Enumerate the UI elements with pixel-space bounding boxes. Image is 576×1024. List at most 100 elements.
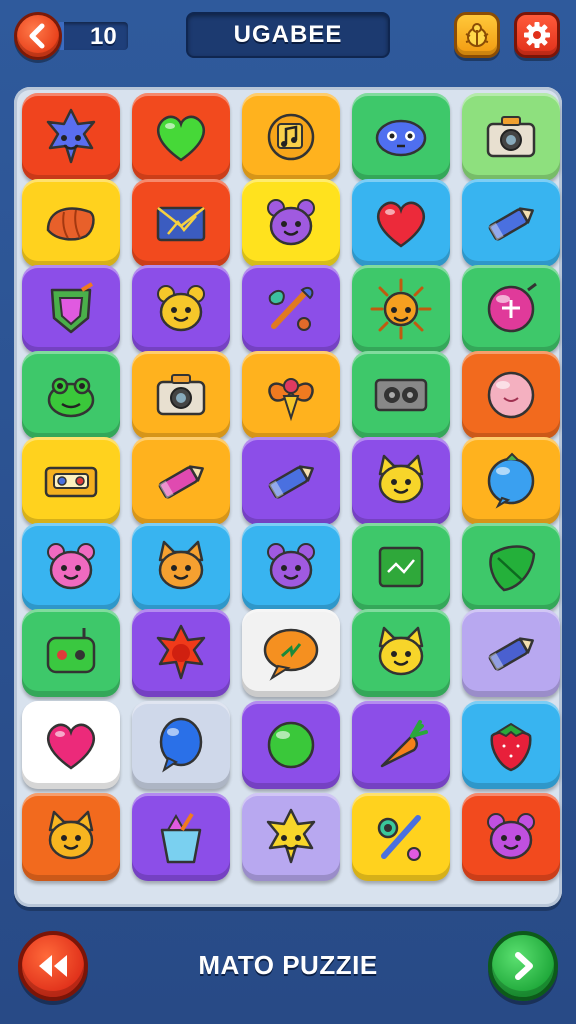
puzzle-tile[interactable]: [132, 609, 230, 697]
moves-counter: 10: [56, 22, 128, 50]
back-button[interactable]: [14, 12, 62, 60]
puzzle-tile[interactable]: [132, 179, 230, 267]
puzzle-tile[interactable]: [132, 793, 230, 881]
pink-monster-icon: [487, 813, 535, 860]
yellow-cat-icon: [378, 454, 424, 504]
star-face-icon: [46, 108, 96, 164]
level-title: UGABEE: [233, 21, 343, 48]
blue-pencil-icon: [488, 637, 534, 671]
moves-count: 10: [90, 23, 117, 50]
level-title-banner: UGABEE: [186, 12, 390, 58]
blue-bubble-icon: [487, 452, 535, 509]
orange-bubble-icon: [263, 628, 319, 681]
puzzle-tile[interactable]: [462, 523, 560, 611]
orange-fox-icon: [158, 540, 204, 590]
pink-ball-icon: [487, 371, 535, 419]
envelope-icon: [156, 206, 206, 242]
gear-icon: [524, 22, 550, 48]
tools-icon: [377, 815, 421, 861]
puzzle-tile[interactable]: [242, 609, 340, 697]
puzzle-tile[interactable]: [462, 265, 560, 353]
puzzle-board: [14, 87, 562, 907]
puzzle-tile[interactable]: [132, 93, 230, 181]
chevron-left-icon: [29, 23, 45, 49]
puzzle-tile[interactable]: [242, 793, 340, 881]
puzzle-tile[interactable]: [462, 437, 560, 525]
puzzle-tile[interactable]: [22, 609, 120, 697]
blue-balloon-icon: [159, 717, 203, 773]
puzzle-tile[interactable]: [352, 265, 450, 353]
puzzle-tile[interactable]: [352, 437, 450, 525]
camera-icon: [486, 116, 536, 158]
puzzle-tile[interactable]: [22, 701, 120, 789]
green-orb-icon: [267, 721, 315, 769]
puzzle-tile[interactable]: [22, 523, 120, 611]
cassette-icon: [44, 466, 98, 498]
puzzle-tile[interactable]: [242, 701, 340, 789]
puzzle-tile[interactable]: [462, 793, 560, 881]
puzzle-tile[interactable]: [242, 265, 340, 353]
puzzle-tile[interactable]: [242, 179, 340, 267]
puzzle-tile[interactable]: [22, 793, 120, 881]
puzzle-tile[interactable]: [352, 701, 450, 789]
puzzle-tile[interactable]: [22, 437, 120, 525]
green-robot-icon: [46, 628, 96, 674]
puzzle-tile[interactable]: [22, 351, 120, 439]
puzzle-tile[interactable]: [352, 609, 450, 697]
blue-crayon-icon: [488, 207, 534, 241]
puzzle-tile[interactable]: [22, 265, 120, 353]
puzzle-tile[interactable]: [132, 523, 230, 611]
puzzle-tile[interactable]: [352, 93, 450, 181]
red-star-icon: [156, 624, 206, 680]
puzzle-tile[interactable]: [132, 265, 230, 353]
yellow-bear-icon: [157, 285, 205, 332]
puzzle-tile[interactable]: [462, 351, 560, 439]
pink-heart-icon: [47, 723, 95, 770]
sun-face-icon: [266, 808, 316, 864]
puzzle-tile[interactable]: [242, 351, 340, 439]
rewind-icon: [39, 955, 67, 977]
green-box-icon: [378, 546, 424, 588]
puzzle-tile[interactable]: [22, 93, 120, 181]
settings-button[interactable]: [514, 12, 560, 58]
puzzle-tile[interactable]: [132, 437, 230, 525]
puzzle-tile[interactable]: [242, 523, 340, 611]
cup-icon: [160, 812, 202, 864]
paintbrush-icon: [268, 286, 314, 331]
bow-icon: [268, 378, 314, 422]
yellow-cat-icon: [378, 626, 424, 676]
music-note-icon: [267, 113, 315, 161]
green-leaf-icon: [489, 545, 536, 592]
red-heart-icon: [377, 201, 425, 248]
sun-icon: [370, 278, 432, 340]
bug-button[interactable]: [454, 12, 500, 58]
puzzle-tile[interactable]: [352, 523, 450, 611]
blue-crayon-icon: [268, 465, 314, 499]
puzzle-tile[interactable]: [22, 179, 120, 267]
puzzle-tile[interactable]: [242, 93, 340, 181]
gem-shield-icon: [50, 282, 94, 334]
strawberry-icon: [490, 722, 532, 772]
next-button[interactable]: [488, 931, 558, 1001]
green-frog-icon: [47, 377, 95, 418]
bug-icon: [465, 23, 489, 47]
chevron-right-icon: [515, 952, 533, 980]
puzzle-tile[interactable]: [132, 351, 230, 439]
puzzle-tile[interactable]: [242, 437, 340, 525]
orange-cat-icon: [48, 810, 94, 860]
pink-bear-icon: [47, 543, 95, 590]
puzzle-tile[interactable]: [352, 351, 450, 439]
puzzle-tile[interactable]: [462, 179, 560, 267]
puzzle-tile[interactable]: [462, 93, 560, 181]
pink-pin-icon: [487, 282, 537, 333]
puzzle-tile[interactable]: [462, 609, 560, 697]
camera-icon: [156, 374, 206, 416]
croissant-icon: [46, 207, 95, 241]
puzzle-tile[interactable]: [132, 701, 230, 789]
rewind-button[interactable]: [18, 931, 88, 1001]
puzzle-tile[interactable]: [352, 179, 450, 267]
puzzle-tile[interactable]: [352, 793, 450, 881]
puzzle-tile[interactable]: [462, 701, 560, 789]
carrot-icon: [380, 720, 428, 768]
speaker-icon: [374, 378, 428, 412]
